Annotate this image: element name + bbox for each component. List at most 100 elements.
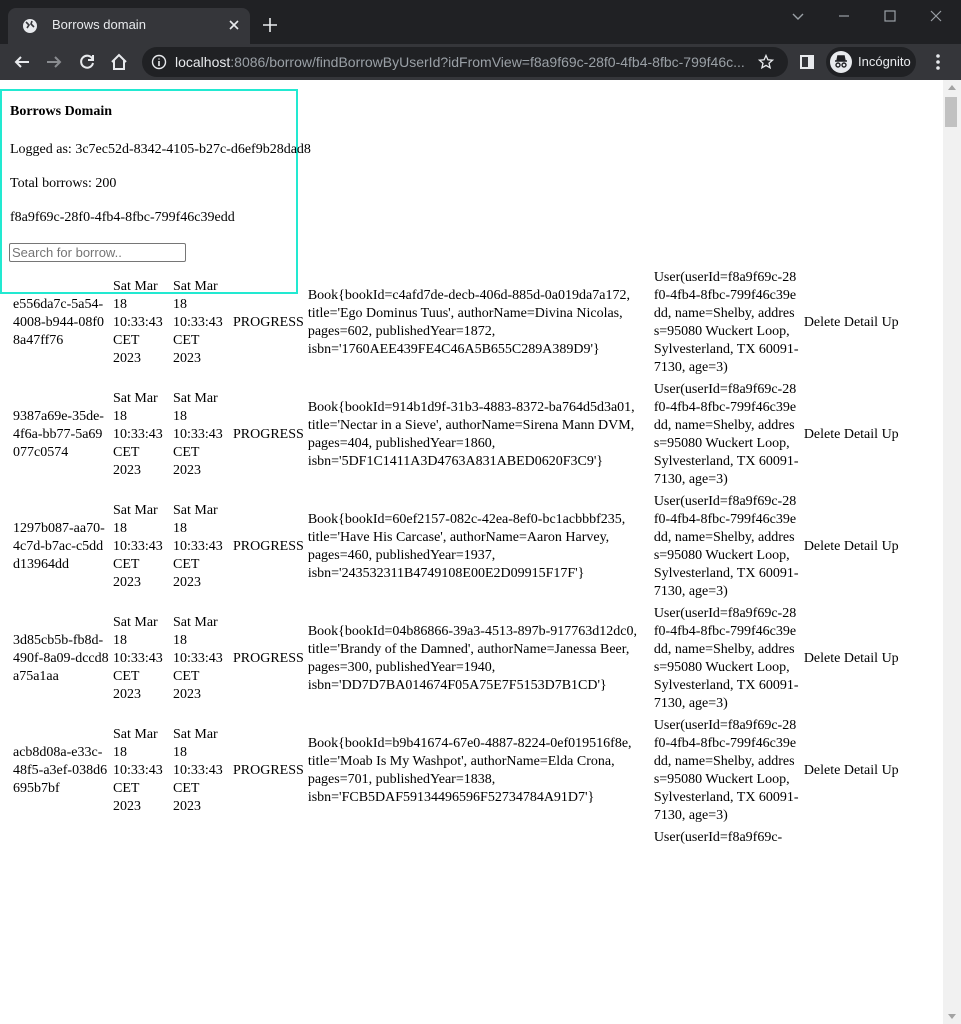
delete-link[interactable]: Delete [804, 427, 841, 442]
scroll-up-arrow-icon[interactable] [948, 85, 956, 90]
borrow-id-cell: 9387a69e-35de-4f6a-bb77-5a69077c0574 [13, 409, 104, 460]
detail-link[interactable]: Detail [844, 315, 878, 330]
home-icon[interactable] [109, 52, 129, 72]
reload-icon[interactable] [77, 52, 97, 72]
url-path: :8086/borrow/findBorrowByUserId?idFromVi… [230, 54, 745, 70]
address-bar[interactable]: localhost:8086/borrow/findBorrowByUserId… [142, 47, 788, 77]
maximize-icon[interactable] [882, 8, 898, 24]
status-cell: PROGRESS [233, 539, 304, 554]
end-date-cell: Sat Mar 18 10:33:43 CET 2023 [173, 727, 223, 814]
chevron-down-icon[interactable] [790, 8, 806, 24]
url-text: localhost:8086/borrow/findBorrowByUserId… [175, 54, 755, 70]
tab-title: Borrows domain [52, 17, 146, 32]
browser-tabstrip: Borrows domain [0, 0, 961, 44]
status-cell [232, 828, 305, 848]
status-cell: PROGRESS [233, 427, 304, 442]
borrow-row: 3d85cb5b-fb8d-490f-8a09-dccd8a75a1aa Sat … [12, 604, 900, 714]
delete-link[interactable]: Delete [804, 315, 841, 330]
book-cell: Book{bookId=914b1d9f-31b3-4883-8372-ba76… [307, 400, 635, 469]
scroll-down-arrow-icon[interactable] [948, 1014, 956, 1019]
borrow-id-cell: 1297b087-aa70-4c7d-b7ac-c5ddd13964dd [13, 521, 105, 572]
borrow-row: e556da7c-5a54-4008-b944-08f08a47ff76 Sat … [12, 268, 900, 378]
status-cell: PROGRESS [233, 651, 304, 666]
back-arrow-icon[interactable] [12, 52, 32, 72]
page-viewport: Borrows Domain Logged as: 3c7ec52d-8342-… [0, 80, 943, 1024]
close-window-icon[interactable] [928, 8, 944, 24]
book-cell [307, 828, 651, 848]
user-cell: User(userId=f8a9f69c-28f0-4fb4-8fbc-799f… [653, 718, 799, 823]
update-link[interactable]: Up [882, 539, 899, 554]
book-cell: Book{bookId=04b86866-39a3-4513-897b-9177… [307, 624, 638, 693]
actions-cell: Delete Detail Up [803, 716, 900, 826]
borrow-row: 1297b087-aa70-4c7d-b7ac-c5ddd13964dd Sat … [12, 492, 900, 602]
side-panel-icon[interactable] [797, 52, 817, 72]
page-title: Borrows Domain [10, 104, 113, 119]
user-cell: User(userId=f8a9f69c-28f0-4fb4-8fbc-799f… [653, 494, 799, 599]
close-tab-icon[interactable] [226, 17, 242, 33]
borrow-id-cell: e556da7c-5a54-4008-b944-08f08a47ff76 [13, 297, 104, 348]
actions-cell: Delete Detail Up [803, 380, 900, 490]
start-date-cell: Sat Mar 18 10:33:43 CET 2023 [113, 391, 163, 478]
borrows-table: e556da7c-5a54-4008-b944-08f08a47ff76 Sat … [10, 266, 902, 850]
browser-tab[interactable]: Borrows domain [8, 8, 250, 44]
user-cell: User(userId=f8a9f69c-28f0-4fb4-8fbc-799f… [653, 606, 799, 711]
actions-cell [803, 828, 900, 848]
search-input[interactable] [9, 243, 186, 262]
detail-link[interactable]: Detail [844, 427, 878, 442]
actions-cell: Delete Detail Up [803, 268, 900, 378]
user-cell: User(userId=f8a9f69c-28f0-4fb4-8fbc-799f… [653, 270, 799, 375]
scroll-thumb[interactable] [945, 97, 957, 127]
detail-link[interactable]: Detail [844, 763, 878, 778]
incognito-indicator[interactable]: Incógnito [826, 47, 916, 77]
delete-link[interactable]: Delete [804, 539, 841, 554]
start-date-cell: Sat Mar 18 10:33:43 CET 2023 [113, 503, 163, 590]
end-date-cell: Sat Mar 18 10:33:43 CET 2023 [173, 503, 223, 590]
start-date-cell [112, 828, 170, 848]
status-cell: PROGRESS [233, 763, 304, 778]
update-link[interactable]: Up [882, 315, 899, 330]
user-id-text: f8a9f69c-28f0-4fb4-8fbc-799f46c39edd [10, 210, 235, 225]
update-link[interactable]: Up [882, 763, 899, 778]
globe-icon [23, 19, 37, 33]
book-cell: Book{bookId=60ef2157-082c-42ea-8ef0-bc1a… [307, 512, 626, 581]
update-link[interactable]: Up [882, 651, 899, 666]
incognito-label: Incógnito [858, 54, 911, 69]
incognito-icon [830, 51, 852, 73]
status-cell: PROGRESS [233, 315, 304, 330]
end-date-cell [172, 828, 230, 848]
logged-as-text: Logged as: 3c7ec52d-8342-4105-b27c-d6ef9… [10, 142, 311, 157]
detail-link[interactable]: Detail [844, 539, 878, 554]
user-cell: User(userId=f8a9f69c- [653, 830, 783, 845]
borrow-id-cell: 3d85cb5b-fb8d-490f-8a09-dccd8a75a1aa [13, 633, 109, 684]
info-icon[interactable] [151, 54, 167, 70]
browser-toolbar: localhost:8086/borrow/findBorrowByUserId… [0, 44, 961, 80]
bookmark-star-icon[interactable] [758, 54, 774, 70]
update-link[interactable]: Up [882, 427, 899, 442]
url-host: localhost [175, 54, 231, 70]
start-date-cell: Sat Mar 18 10:33:43 CET 2023 [113, 727, 163, 814]
total-borrows-text: Total borrows: 200 [10, 176, 117, 191]
book-cell: Book{bookId=b9b41674-67e0-4887-8224-0ef0… [307, 736, 632, 805]
end-date-cell: Sat Mar 18 10:33:43 CET 2023 [173, 615, 223, 702]
start-date-cell: Sat Mar 18 10:33:43 CET 2023 [113, 279, 163, 366]
borrow-row: acb8d08a-e33c-48f5-a3ef-038d6695b7bf Sat … [12, 716, 900, 826]
end-date-cell: Sat Mar 18 10:33:43 CET 2023 [173, 391, 223, 478]
vertical-scrollbar[interactable] [943, 80, 961, 1024]
user-cell: User(userId=f8a9f69c-28f0-4fb4-8fbc-799f… [653, 382, 799, 487]
borrow-id-cell [12, 828, 110, 848]
new-tab-icon[interactable] [262, 17, 278, 33]
minimize-icon[interactable] [836, 8, 852, 24]
detail-link[interactable]: Detail [844, 651, 878, 666]
menu-kebab-icon[interactable] [928, 52, 948, 72]
actions-cell: Delete Detail Up [803, 604, 900, 714]
forward-arrow-icon[interactable] [44, 52, 64, 72]
book-cell: Book{bookId=c4afd7de-decb-406d-885d-0a01… [307, 288, 630, 357]
start-date-cell: Sat Mar 18 10:33:43 CET 2023 [113, 615, 163, 702]
borrow-row: 9387a69e-35de-4f6a-bb77-5a69077c0574 Sat … [12, 380, 900, 490]
borrow-id-cell: acb8d08a-e33c-48f5-a3ef-038d6695b7bf [13, 745, 108, 796]
actions-cell: Delete Detail Up [803, 492, 900, 602]
borrow-row: User(userId=f8a9f69c- [12, 828, 900, 848]
delete-link[interactable]: Delete [804, 651, 841, 666]
end-date-cell: Sat Mar 18 10:33:43 CET 2023 [173, 279, 223, 366]
delete-link[interactable]: Delete [804, 763, 841, 778]
